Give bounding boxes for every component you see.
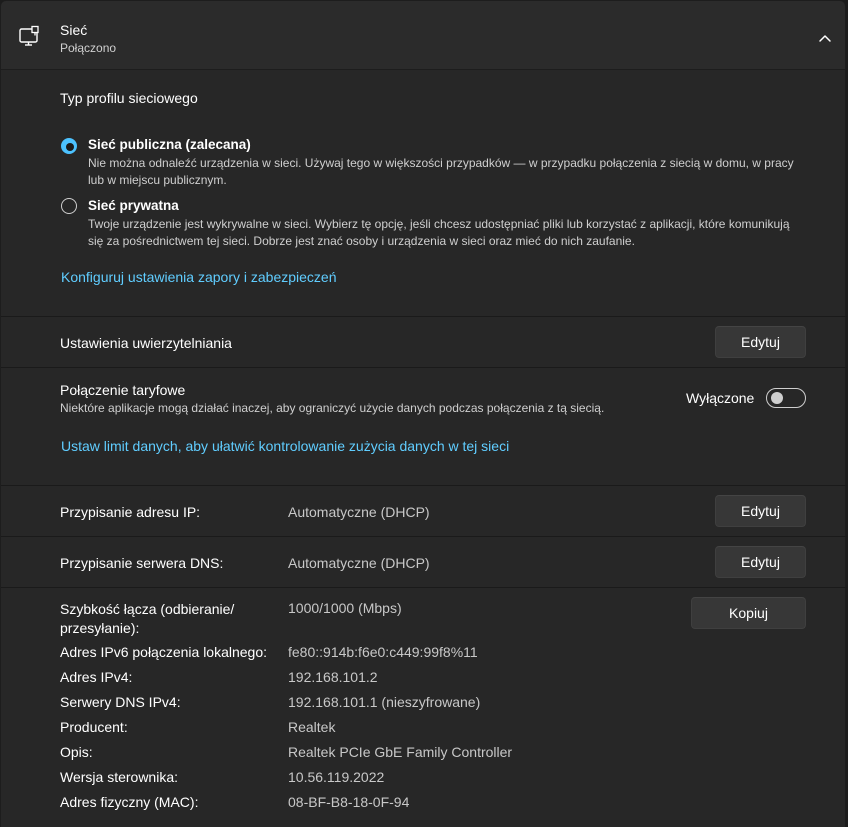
property-label: Wersja sterownika: bbox=[60, 769, 179, 785]
network-monitor-icon bbox=[19, 25, 39, 46]
copy-button[interactable]: Kopiuj bbox=[691, 597, 806, 629]
chevron-up-icon[interactable] bbox=[813, 27, 837, 49]
property-label: Adres IPv6 połączenia lokalnego: bbox=[60, 644, 268, 660]
network-title: Sieć bbox=[60, 22, 88, 38]
public-desc-line2: lub w miejscu publicznym. bbox=[88, 173, 227, 187]
divider bbox=[1, 316, 847, 317]
ip-edit-button[interactable]: Edytuj bbox=[715, 495, 806, 527]
ip-assignment-value: Automatyczne (DHCP) bbox=[288, 504, 430, 520]
ipv6-value: fe80::914b:f6e0:c449:99f8%11 bbox=[288, 644, 478, 660]
property-label: Producent: bbox=[60, 719, 128, 735]
auth-settings-label: Ustawienia uwierzytelniania bbox=[60, 335, 232, 351]
network-details-panel: Typ profilu sieciowego Sieć publiczna (z… bbox=[0, 70, 847, 827]
ipv4-value: 192.168.101.2 bbox=[288, 669, 378, 685]
property-label: Opis: bbox=[60, 744, 93, 760]
private-desc-line2: się za pośrednictwem tej sieci. Dobrze j… bbox=[88, 234, 635, 248]
property-label: Adres IPv4: bbox=[60, 669, 133, 685]
firewall-settings-link[interactable]: Konfiguruj ustawienia zapory i zabezpiec… bbox=[61, 269, 337, 285]
manufacturer-value: Realtek bbox=[288, 719, 336, 735]
link-speed-label: Szybkość łącza (odbieranie/ przesyłanie)… bbox=[60, 600, 234, 638]
metered-state-label: Wyłączone bbox=[686, 390, 755, 406]
description-value: Realtek PCIe GbE Family Controller bbox=[288, 744, 513, 760]
dns-servers-value: 192.168.101.1 (nieszyfrowane) bbox=[288, 694, 481, 710]
data-limit-link[interactable]: Ustaw limit danych, aby ułatwić kontrolo… bbox=[61, 438, 509, 454]
public-network-description: Nie można odnaleźć urządzenia w sieci. U… bbox=[88, 155, 818, 189]
metered-connection-toggle[interactable] bbox=[766, 388, 806, 408]
dns-assignment-label: Przypisanie serwera DNS: bbox=[60, 555, 224, 571]
radio-private-network[interactable] bbox=[61, 198, 77, 214]
divider bbox=[1, 536, 847, 537]
mac-address-value: 08-BF-B8-18-0F-94 bbox=[288, 794, 410, 810]
link-speed-label-line2: przesyłanie): bbox=[60, 620, 140, 636]
driver-version-value: 10.56.119.2022 bbox=[288, 769, 385, 785]
divider bbox=[1, 485, 847, 486]
private-network-description: Twoje urządzenie jest wykrywalne w sieci… bbox=[88, 216, 828, 250]
profile-type-heading: Typ profilu sieciowego bbox=[60, 90, 198, 106]
property-label: Adres fizyczny (MAC): bbox=[60, 794, 199, 810]
dns-edit-button[interactable]: Edytuj bbox=[715, 546, 806, 578]
link-speed-value: 1000/1000 (Mbps) bbox=[288, 600, 402, 616]
metered-connection-label: Połączenie taryfowe bbox=[60, 382, 186, 398]
public-network-label[interactable]: Sieć publiczna (zalecana) bbox=[88, 137, 251, 152]
public-desc-line1: Nie można odnaleźć urządzenia w sieci. U… bbox=[88, 156, 794, 170]
auth-edit-button[interactable]: Edytuj bbox=[715, 326, 806, 358]
radio-public-network[interactable] bbox=[61, 138, 77, 154]
divider bbox=[1, 367, 847, 368]
link-speed-label-line1: Szybkość łącza (odbieranie/ bbox=[60, 601, 235, 617]
connection-status: Połączono bbox=[60, 41, 117, 55]
toggle-knob bbox=[771, 392, 783, 404]
network-header[interactable]: Sieć Połączono bbox=[0, 0, 846, 70]
property-label: Serwery DNS IPv4: bbox=[60, 694, 181, 710]
ip-assignment-label: Przypisanie adresu IP: bbox=[60, 504, 201, 520]
metered-connection-description: Niektóre aplikacje mogą działać inaczej,… bbox=[60, 401, 605, 415]
dns-assignment-value: Automatyczne (DHCP) bbox=[288, 555, 430, 571]
private-network-label[interactable]: Sieć prywatna bbox=[88, 198, 179, 213]
divider bbox=[1, 587, 847, 588]
private-desc-line1: Twoje urządzenie jest wykrywalne w sieci… bbox=[88, 217, 790, 231]
